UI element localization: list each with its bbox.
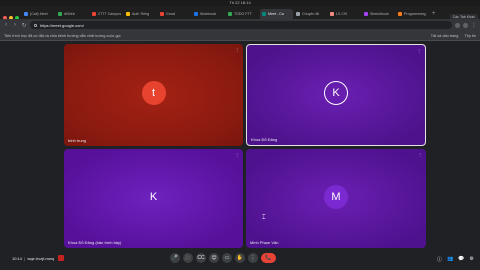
tab-label: Gmail [166,12,176,16]
tab-favicon-icon [160,12,164,16]
tab-label: (Call) Meet [30,12,48,16]
meeting-time: 10:14 [12,256,23,261]
tab-favicon-icon [24,12,28,16]
reload-icon[interactable]: ↻ [21,22,27,29]
chat-icon[interactable]: 💬 [458,256,464,263]
browser-tab[interactable]: Chuyên đề [294,9,327,19]
present-button[interactable]: ▭ [222,253,232,263]
people-icon[interactable]: 👥 [447,256,453,263]
tab-favicon-icon [194,12,198,16]
browser-tab[interactable]: Auth Tiếng [124,9,157,19]
tab-label: Auth Tiếng [132,12,150,16]
tab-label: Meet - Ca [268,12,284,16]
meeting-controls: 10:14 | wqe-hvzjt-mwq 🎤 🎥 CC 😊 ▭ ✋ ⋮ 📞 ⓘ… [0,250,480,270]
tile-menu-icon[interactable]: ⋮ [235,152,239,157]
participant-tile[interactable]: ⋮ M Minh Phạm Văn [246,149,426,248]
tab-favicon-icon [398,12,402,16]
participant-avatar: t [141,81,166,105]
tab-list: (Call) Meet AIWeb ZTTT Campus Auth Tiếng Gma… [22,9,430,19]
meeting-code: wqe-hvzjt-mwq [27,256,54,261]
browser-tab[interactable]: (Call) Meet [22,9,55,19]
participant-tile[interactable]: ⋮ K Khoa Đỗ Đăng [246,44,426,146]
participant-name: Khoa Đỗ Đăng (bản trình bày) [68,240,122,245]
browser-tab[interactable]: Workbook [192,9,225,19]
profile-avatar[interactable] [463,22,468,28]
tab-label: LS CIS [336,12,348,16]
tab-label: Workbook [200,12,217,16]
tab-favicon-icon [58,12,62,16]
extension-icon[interactable] [455,22,460,28]
tab-label: AIWeb [64,12,75,16]
tab-favicon-icon [364,12,368,16]
browser-tab[interactable]: LS CIS [328,9,361,19]
tab-label: TODO FTT [234,12,252,16]
tab-favicon-icon [262,12,266,16]
address-url: https://meet.google.com/ [40,22,84,28]
captions-button[interactable]: CC [196,253,206,263]
microphone-button[interactable]: 🎤 [170,253,180,263]
files-link[interactable]: Tệp tin [464,34,476,38]
browser-tab[interactable]: ZTTT Campus [90,9,123,19]
tab-favicon-icon [228,12,232,16]
tab-favicon-icon [92,12,96,16]
tab-favicon-icon [296,12,300,16]
browser-tab[interactable]: Sketchbook [362,9,395,19]
browser-tab-strip: (Call) Meet AIWeb ZTTT Campus Auth Tiếng Gma… [0,6,480,21]
browser-menu-icon[interactable]: ⋮ [471,22,477,29]
participant-name: Minh Phạm Văn [250,240,279,245]
participant-avatar: K [149,190,158,203]
browser-tab[interactable]: Meet - Ca [260,9,293,19]
meeting-details-icon[interactable]: ⓘ [437,256,442,263]
meeting-info: 10:14 | wqe-hvzjt-mwq [12,256,54,261]
new-tab-button[interactable]: + [432,9,436,19]
browser-tab[interactable]: TODO FTT [226,9,259,19]
tab-label: ZTTT Campus [98,12,121,16]
participant-tile[interactable]: ⋮ t trinh trung [64,44,243,146]
participant-name: Khoa Đỗ Đăng [251,137,278,142]
tile-menu-icon[interactable]: ⋮ [235,47,239,52]
bookmarks-bar: Tiến trình học đã có đặt và chia kênh hư… [0,31,480,41]
raise-hand-button[interactable]: ✋ [235,253,245,263]
tile-menu-icon[interactable]: ⋮ [417,48,421,53]
participant-avatar: M [324,184,348,209]
browser-tab[interactable]: Gmail [158,9,191,19]
reactions-button[interactable]: 😊 [209,253,219,263]
tab-label: Programming [404,12,426,16]
browser-tab[interactable]: AIWeb [56,9,89,19]
forward-icon[interactable]: › [12,22,18,28]
participant-name: trinh trung [68,138,87,143]
all-bookmarks-link[interactable]: Tất cả dấu trang [431,34,459,38]
tile-menu-icon[interactable]: ⋮ [418,152,422,157]
info-banner-text: Tiến trình học đã có đặt và chia kênh hư… [4,33,121,38]
back-icon[interactable]: ‹ [3,22,9,28]
end-call-button[interactable]: 📞 [261,253,276,263]
address-bar[interactable]: https://meet.google.com/ [30,21,452,29]
tab-label: Sketchbook [370,12,389,16]
browser-tab[interactable]: Programming [396,9,429,19]
tab-favicon-icon [126,12,130,16]
tab-favicon-icon [330,12,334,16]
lock-icon [34,23,37,27]
recording-indicator-icon [58,255,64,261]
mouse-cursor-icon: ⌶ [262,215,266,221]
side-panel-buttons: ⓘ 👥 💬 ⚙ [437,256,474,263]
activities-icon[interactable]: ⚙ [470,256,474,263]
camera-button[interactable]: 🎥 [183,253,193,263]
meeting-stage: ⋮ t trinh trung ⋮ K Khoa Đỗ Đăng ⋮ K Kho… [0,41,480,250]
presentation-tile[interactable]: ⋮ K Khoa Đỗ Đăng (bản trình bày) [64,149,243,248]
participant-avatar: K [324,81,348,105]
browser-toolbar: ‹ › ↻ https://meet.google.com/ ⋮ [0,19,480,31]
control-buttons: 🎤 🎥 CC 😊 ▭ ✋ ⋮ 📞 [170,253,276,263]
more-options-button[interactable]: ⋮ [248,253,258,263]
tab-label: Chuyên đề [302,12,320,16]
